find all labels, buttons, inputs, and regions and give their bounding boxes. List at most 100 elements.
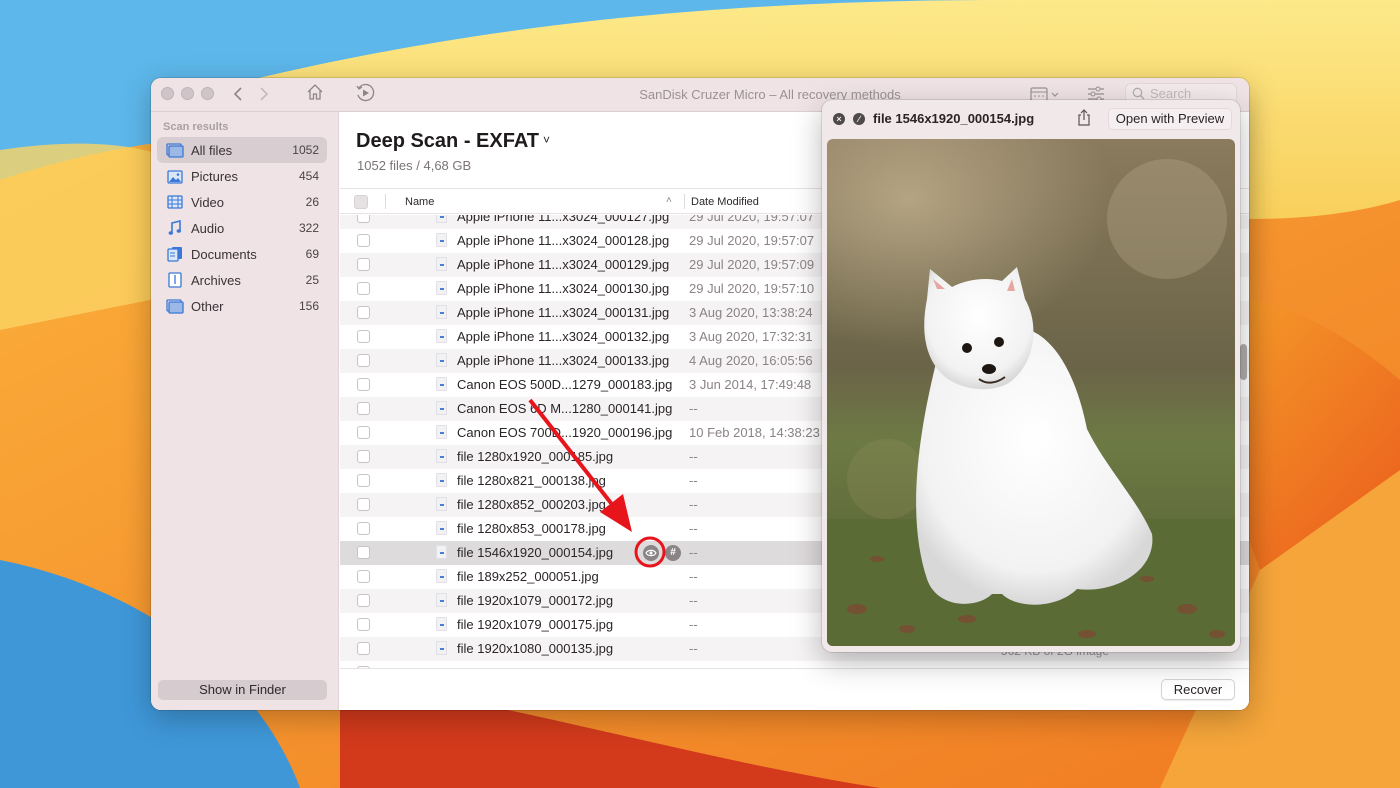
sidebar-item-pictures[interactable]: Pictures 454 bbox=[157, 163, 327, 189]
column-divider bbox=[684, 194, 685, 209]
file-name: file 189x252_000051.jpg bbox=[457, 569, 599, 584]
quick-look-panel: × ∕ file 1546x1920_000154.jpg Open with … bbox=[822, 100, 1240, 652]
sidebar-item-video[interactable]: Video 26 bbox=[157, 189, 327, 215]
row-checkbox[interactable] bbox=[357, 282, 370, 295]
sidebar: Scan results All files 1052 Pictures 454… bbox=[151, 112, 339, 710]
sidebar-item-audio[interactable]: Audio 322 bbox=[157, 215, 327, 241]
file-name: file 1920x1080_000135.jpg bbox=[457, 641, 614, 656]
file-date-modified: -- bbox=[689, 641, 698, 656]
row-checkbox[interactable] bbox=[357, 258, 370, 271]
recover-button[interactable]: Recover bbox=[1161, 679, 1235, 700]
sidebar-list: All files 1052 Pictures 454 Video 26 Aud… bbox=[157, 137, 327, 319]
file-date-modified: 29 Jul 2020, 19:57:07 bbox=[689, 215, 815, 224]
file-date-modified: 4 Aug 2020, 16:05:56 bbox=[689, 353, 813, 368]
row-checkbox[interactable] bbox=[357, 378, 370, 391]
row-checkbox[interactable] bbox=[357, 498, 370, 511]
image-file-icon bbox=[436, 617, 447, 631]
sidebar-item-all-files[interactable]: All files 1052 bbox=[157, 137, 327, 163]
bottom-bar: Recover bbox=[340, 668, 1249, 710]
search-icon bbox=[1132, 87, 1145, 100]
sidebar-item-count: 156 bbox=[298, 299, 319, 313]
file-date-modified: -- bbox=[689, 401, 698, 416]
sidebar-item-count: 454 bbox=[298, 169, 319, 183]
row-checkbox[interactable] bbox=[357, 354, 370, 367]
table-row[interactable] bbox=[340, 661, 1249, 668]
share-icon bbox=[1078, 109, 1090, 126]
file-date-modified: 29 Jul 2020, 19:57:07 bbox=[689, 233, 815, 248]
sidebar-item-count: 69 bbox=[305, 247, 319, 261]
file-date-modified: -- bbox=[689, 449, 698, 464]
chevron-down-icon: ˅ bbox=[543, 133, 551, 147]
sidebar-header: Scan results bbox=[163, 121, 229, 133]
sidebar-item-label: Archives bbox=[191, 272, 241, 288]
select-all-checkbox[interactable] bbox=[354, 195, 368, 209]
file-name: file 1280x852_000203.jpg bbox=[457, 497, 606, 512]
row-checkbox[interactable] bbox=[357, 306, 370, 319]
row-checkbox[interactable] bbox=[357, 215, 370, 223]
file-name: Apple iPhone 11...x3024_000128.jpg bbox=[457, 233, 670, 248]
image-file-icon bbox=[436, 545, 447, 559]
file-date-modified: -- bbox=[689, 473, 698, 488]
sidebar-item-other[interactable]: Other 156 bbox=[157, 293, 327, 319]
preview-eye-button[interactable] bbox=[643, 545, 659, 561]
row-checkbox[interactable] bbox=[357, 234, 370, 247]
close-icon: × bbox=[836, 114, 842, 124]
fullscreen-preview-button[interactable]: ∕ bbox=[853, 113, 865, 125]
sidebar-item-label: Other bbox=[191, 298, 224, 314]
sidebar-item-count: 1052 bbox=[292, 143, 319, 157]
row-checkbox[interactable] bbox=[357, 426, 370, 439]
row-checkbox[interactable] bbox=[357, 570, 370, 583]
share-button[interactable] bbox=[1077, 109, 1091, 132]
image-file-icon bbox=[436, 281, 447, 295]
file-date-modified: 3 Aug 2020, 17:32:31 bbox=[689, 329, 813, 344]
open-with-preview-button[interactable]: Open with Preview bbox=[1108, 108, 1232, 130]
close-preview-button[interactable]: × bbox=[833, 113, 845, 125]
row-checkbox[interactable] bbox=[357, 546, 370, 559]
scan-title-dropdown[interactable]: Deep Scan - EXFAT ˅ bbox=[356, 130, 550, 153]
hash-icon: # bbox=[670, 547, 676, 558]
image-file-icon bbox=[436, 401, 447, 415]
row-checkbox[interactable] bbox=[357, 522, 370, 535]
file-date-modified: 3 Aug 2020, 13:38:24 bbox=[689, 305, 813, 320]
sidebar-item-label: All files bbox=[191, 142, 233, 158]
show-in-finder-button[interactable]: Show in Finder bbox=[158, 680, 327, 700]
image-file-icon bbox=[436, 473, 447, 487]
file-name: Canon EOS 6D M...1280_000141.jpg bbox=[457, 401, 673, 416]
other-icon bbox=[166, 298, 184, 314]
sidebar-item-label: Pictures bbox=[191, 168, 238, 184]
image-file-icon bbox=[436, 377, 447, 391]
sidebar-item-documents[interactable]: Documents 69 bbox=[157, 241, 327, 267]
file-date-modified: -- bbox=[689, 617, 698, 632]
image-file-icon bbox=[436, 641, 447, 655]
image-file-icon bbox=[436, 305, 447, 319]
sidebar-item-label: Video bbox=[191, 194, 225, 210]
row-checkbox[interactable] bbox=[357, 642, 370, 655]
file-name: file 1280x821_000138.jpg bbox=[457, 473, 606, 488]
hash-button[interactable]: # bbox=[665, 545, 681, 561]
scrollbar-thumb[interactable] bbox=[1240, 344, 1247, 380]
column-header-name[interactable]: Name bbox=[405, 196, 434, 208]
row-checkbox[interactable] bbox=[357, 450, 370, 463]
file-date-modified: 10 Feb 2018, 14:38:23 bbox=[689, 425, 820, 440]
row-checkbox[interactable] bbox=[357, 594, 370, 607]
row-checkbox[interactable] bbox=[357, 474, 370, 487]
video-icon bbox=[166, 194, 184, 210]
file-name: file 1920x1079_000172.jpg bbox=[457, 593, 614, 608]
preview-image bbox=[827, 139, 1235, 646]
scan-title: Deep Scan - EXFAT bbox=[356, 130, 540, 152]
file-date-modified: -- bbox=[689, 497, 698, 512]
file-name: Apple iPhone 11...x3024_000133.jpg bbox=[457, 353, 670, 368]
row-checkbox[interactable] bbox=[357, 618, 370, 631]
image-file-icon bbox=[436, 353, 447, 367]
file-date-modified: -- bbox=[689, 545, 698, 560]
image-file-icon bbox=[436, 233, 447, 247]
column-header-date-modified[interactable]: Date Modified bbox=[691, 196, 759, 208]
file-name: file 1920x1079_000175.jpg bbox=[457, 617, 614, 632]
sidebar-item-archives[interactable]: Archives 25 bbox=[157, 267, 327, 293]
documents-icon bbox=[166, 246, 184, 262]
audio-icon bbox=[166, 220, 184, 236]
row-checkbox[interactable] bbox=[357, 402, 370, 415]
row-checkbox[interactable] bbox=[357, 330, 370, 343]
image-file-icon bbox=[436, 257, 447, 271]
all-files-icon bbox=[166, 142, 184, 158]
